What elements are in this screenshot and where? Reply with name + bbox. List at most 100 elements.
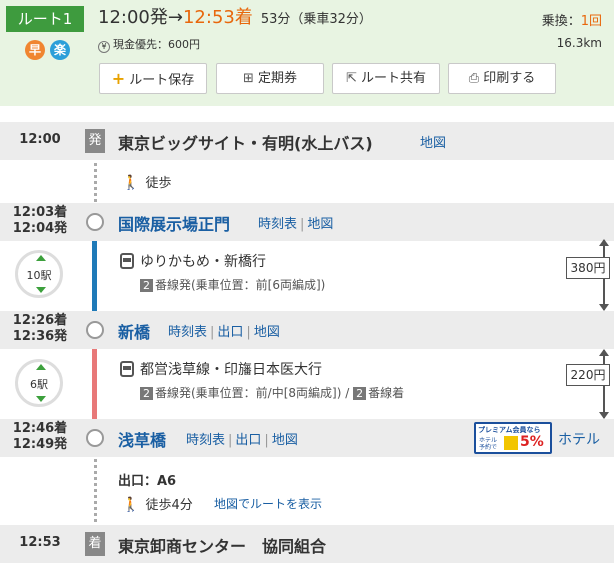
exit-link[interactable]: 出口 xyxy=(217,325,243,340)
arrive-tag: 着 xyxy=(85,532,105,556)
save-route-button[interactable]: + ルート保存 xyxy=(99,63,207,94)
final-walk-segment: 🚶 徒歩4分 xyxy=(122,494,193,513)
printer-icon: ⎙ xyxy=(468,71,480,86)
commuter-pass-button[interactable]: ⊞ 定期券 xyxy=(216,63,324,94)
transfer-label: 乗換： xyxy=(541,14,581,29)
segment-fare: 220円 xyxy=(566,364,610,386)
timetable-link[interactable]: 時刻表 xyxy=(186,433,225,448)
station-links: 時刻表 | 地図 xyxy=(258,217,334,232)
line-info: 都営浅草線・印旛日本医大行 xyxy=(120,359,322,379)
station-times: 12:46着 12:49発 xyxy=(0,421,80,453)
duration: 53分（乗車32分） xyxy=(260,12,372,27)
t-point-logo-icon xyxy=(504,436,518,450)
arrival-platform-text: 番線着 xyxy=(368,386,405,400)
commuter-pass-label: 定期券 xyxy=(257,71,297,86)
train-icon xyxy=(120,361,134,377)
line-name: 都営浅草線・印旛日本医大行 xyxy=(140,362,322,378)
station-name-link[interactable]: 浅草橋 xyxy=(118,427,166,451)
distance: 16.3km xyxy=(556,36,602,50)
time-summary: 12:00発→12:53着 53分（乗車32分） xyxy=(98,6,372,32)
platform-text: 番線発(乗車位置：前/中[8両編成]) xyxy=(155,386,342,400)
premium-banner-percent: 5% xyxy=(520,434,544,450)
platform-number: 2 xyxy=(140,279,153,292)
depart-time: 12:00発 xyxy=(98,7,168,28)
station-links: 時刻表 | 出口 | 地図 xyxy=(186,433,298,448)
walk-dotted-line xyxy=(94,446,97,536)
up-arrow-icon xyxy=(36,255,46,261)
arrive-time: 12:26着 xyxy=(12,313,68,328)
hotel-link[interactable]: ホテル xyxy=(558,429,600,449)
station-links: 時刻表 | 出口 | 地図 xyxy=(168,325,280,340)
up-arrow-icon xyxy=(36,364,46,370)
stop-count: 10駅 xyxy=(26,269,52,282)
station-name: 東京ビッグサイト・有明(水上バス) xyxy=(118,134,373,153)
station-node-circle xyxy=(86,429,104,447)
walk-icon: 🚶 xyxy=(122,175,140,191)
station-times: 12:03着 12:04発 xyxy=(0,205,80,237)
route-map-link[interactable]: 地図でルートを表示 xyxy=(214,495,322,512)
fare-summary: ¥ 現金優先：600円 xyxy=(98,36,200,53)
stop-count-badge[interactable]: 6駅 xyxy=(15,359,63,407)
print-label: 印刷する xyxy=(483,71,536,86)
platform-separator: / xyxy=(341,386,354,400)
map-link[interactable]: 地図 xyxy=(420,136,446,151)
map-link[interactable]: 地図 xyxy=(254,325,280,340)
yen-icon: ¥ xyxy=(98,41,110,53)
exit-link[interactable]: 出口 xyxy=(235,433,261,448)
share-route-label: ルート共有 xyxy=(360,71,426,86)
segment-fare: 380円 xyxy=(566,257,610,279)
station-time: 12:53 xyxy=(19,535,61,550)
timetable-link[interactable]: 時刻表 xyxy=(258,217,297,232)
walk-icon: 🚶 xyxy=(122,497,140,513)
map-link[interactable]: 地図 xyxy=(272,433,298,448)
premium-hotel-banner[interactable]: プレミアム会員なら ホテル予約で 5% xyxy=(474,422,552,454)
station-row-destination: 12:53 着 東京卸商センター 協同組合 xyxy=(0,525,614,563)
station-links: 地図 xyxy=(420,132,446,151)
route-label-badge: ルート1 xyxy=(6,6,84,32)
station-name-link[interactable]: 新橋 xyxy=(118,319,150,343)
down-arrow-icon xyxy=(36,396,46,402)
station-times: 12:26着 12:36発 xyxy=(0,313,80,345)
platform-info: 2 番線発(乗車位置：前/中[8両編成]) / 2 番線着 xyxy=(140,384,404,401)
depart-time: 12:49発 xyxy=(12,437,68,452)
station-row-origin: 12:00 発 東京ビッグサイト・有明(水上バス) 地図 xyxy=(0,122,614,160)
fare-note: 現金優先：600円 xyxy=(113,38,200,51)
platform-text: 番線発(乗車位置：前[6両編成]) xyxy=(155,278,326,292)
down-arrow-icon xyxy=(36,287,46,293)
arrow: → xyxy=(167,7,183,28)
easy-badge-icon: 楽 xyxy=(50,40,70,60)
map-link[interactable]: 地図 xyxy=(307,217,333,232)
arrival-platform-number: 2 xyxy=(353,387,367,400)
transfer-value: 1回 xyxy=(580,14,602,29)
station-name: 東京卸商センター 協同組合 xyxy=(118,537,327,556)
plus-icon: + xyxy=(111,69,126,88)
line-info: ゆりかもめ・新橋行 xyxy=(120,251,266,271)
timetable-link[interactable]: 時刻表 xyxy=(168,325,207,340)
station-node-circle xyxy=(86,213,104,231)
arrive-time: 12:03着 xyxy=(12,205,68,220)
stop-count: 6駅 xyxy=(30,378,48,391)
arrive-time: 12:53着 xyxy=(182,7,253,28)
station-time: 12:00 xyxy=(19,132,61,147)
station-node-circle xyxy=(86,321,104,339)
stop-count-badge[interactable]: 10駅 xyxy=(15,250,63,298)
transfer-count: 乗換：1回 xyxy=(542,10,602,29)
exit-label: 出口：A6 xyxy=(118,474,177,489)
depart-time: 12:36発 xyxy=(12,329,68,344)
line-name: ゆりかもめ・新橋行 xyxy=(140,254,266,270)
depart-tag: 発 xyxy=(85,129,105,153)
station-name-link[interactable]: 国際展示場正門 xyxy=(118,211,230,235)
walk-duration: 徒歩4分 xyxy=(145,498,193,513)
share-route-button[interactable]: ⇱ ルート共有 xyxy=(332,63,440,94)
train-icon xyxy=(120,253,134,269)
walk-segment: 🚶 徒歩 xyxy=(122,172,171,191)
print-button[interactable]: ⎙ 印刷する xyxy=(448,63,556,94)
depart-time: 12:04発 xyxy=(12,221,68,236)
walk-label: 徒歩 xyxy=(145,176,172,191)
share-icon: ⇱ xyxy=(346,71,357,86)
platform-info: 2 番線発(乗車位置：前[6両編成]) xyxy=(140,276,325,293)
premium-banner-subtitle: ホテル予約で xyxy=(479,437,498,451)
fast-badge-icon: 早 xyxy=(25,40,45,60)
arrive-time: 12:46着 xyxy=(12,421,68,436)
platform-number: 2 xyxy=(140,387,153,400)
